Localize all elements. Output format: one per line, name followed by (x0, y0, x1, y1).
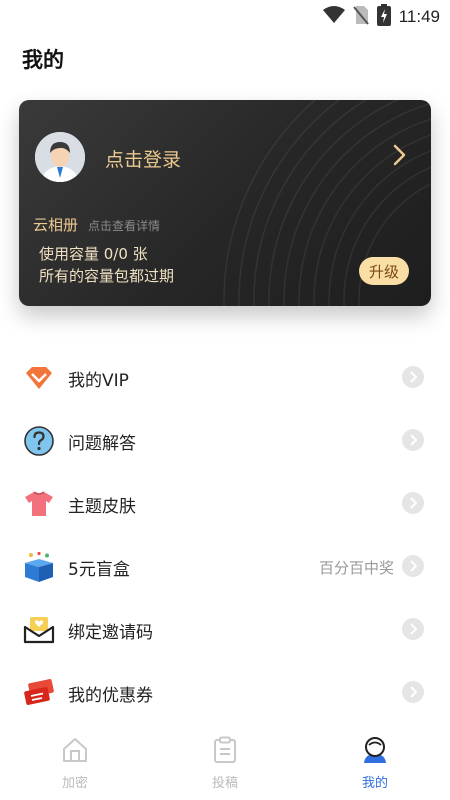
status-icons: 11:49 (322, 4, 440, 30)
menu-item-coupons[interactable]: 我的优惠券 (0, 661, 450, 724)
no-sim-icon (352, 5, 369, 29)
menu-item-blind-box[interactable]: 5元盲盒 百分百中奖 (0, 535, 450, 598)
menu-item-extra: 百分百中奖 (318, 559, 394, 577)
envelope-heart-icon (22, 613, 56, 647)
chevron-right-icon (402, 492, 424, 514)
chevron-right-icon (402, 429, 424, 451)
upgrade-button[interactable]: 升级 (359, 257, 409, 285)
status-time: 11:49 (398, 7, 440, 26)
home-icon (61, 736, 89, 768)
storage-expire-note: 所有的容量包都过期 (39, 267, 175, 285)
gift-box-icon (22, 550, 56, 584)
chevron-right-icon (402, 618, 424, 640)
tab-submit[interactable]: 投稿 (150, 730, 300, 800)
user-card[interactable]: 点击登录 云相册 点击查看详情 使用容量 0/0 张 所有的容量包都过期 升级 (19, 100, 431, 306)
page-title: 我的 (22, 48, 64, 72)
battery-charging-icon (376, 4, 391, 30)
status-bar: 11:49 (0, 0, 450, 28)
storage-usage: 使用容量 0/0 张 (39, 245, 148, 263)
tshirt-icon (22, 487, 56, 521)
cloud-album-title[interactable]: 云相册 (33, 214, 78, 235)
menu-item-label: 主题皮肤 (68, 497, 136, 517)
clipboard-icon (211, 736, 239, 768)
tab-label: 投稿 (211, 776, 238, 791)
tab-label: 我的 (361, 776, 388, 791)
bottom-nav: 加密 投稿 我的 (0, 730, 450, 800)
tab-encrypt[interactable]: 加密 (0, 730, 150, 800)
cloud-album-hint[interactable]: 点击查看详情 (88, 217, 160, 234)
user-avatar-icon (35, 132, 85, 182)
tab-label: 加密 (61, 776, 88, 791)
chevron-right-icon (402, 366, 424, 388)
profile-icon (361, 736, 389, 768)
coupon-icon (22, 676, 56, 710)
chevron-right-icon (402, 555, 424, 577)
menu-item-label: 5元盲盒 (68, 560, 130, 580)
menu-item-theme[interactable]: 主题皮肤 (0, 472, 450, 535)
chevron-right-icon (402, 681, 424, 703)
tab-mine[interactable]: 我的 (300, 730, 450, 800)
menu-item-label: 绑定邀请码 (68, 623, 153, 643)
menu-list: 我的VIP 问题解答 主题皮肤 5元盲盒 百分百中奖 绑定邀请码 我的优惠券 (0, 346, 450, 724)
avatar[interactable] (35, 132, 85, 182)
login-text[interactable]: 点击登录 (105, 145, 181, 172)
menu-item-label: 我的优惠券 (68, 686, 153, 706)
vip-diamond-icon (22, 361, 56, 395)
menu-item-vip[interactable]: 我的VIP (0, 346, 450, 409)
menu-item-label: 我的VIP (68, 371, 129, 391)
menu-item-label: 问题解答 (68, 434, 136, 454)
chevron-right-icon[interactable] (393, 144, 407, 170)
question-icon (22, 424, 56, 458)
menu-item-faq[interactable]: 问题解答 (0, 409, 450, 472)
menu-item-invite-code[interactable]: 绑定邀请码 (0, 598, 450, 661)
wifi-icon (322, 6, 345, 28)
